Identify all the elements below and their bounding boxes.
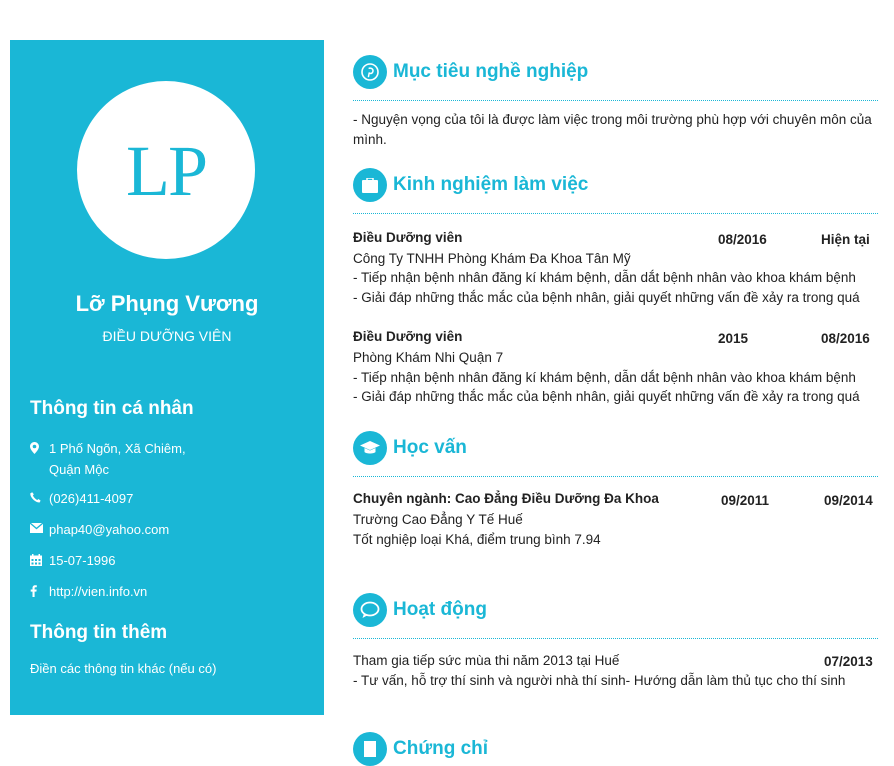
objective-divider: [353, 100, 878, 101]
email-row: phap40@yahoo.com: [30, 519, 169, 540]
phone-value: (026)411-4097: [49, 491, 134, 506]
certificates-title: Chứng chỉ: [393, 738, 489, 759]
address-row: 1 Phố Ngõn, Xã Chiêm, Quận Mộc: [30, 438, 186, 480]
objective-title: Mục tiêu nghề nghiệp: [393, 61, 589, 82]
personal-info-heading: Thông tin cá nhân: [30, 398, 194, 419]
education-header: Học vấn: [353, 431, 467, 465]
envelope-icon: [30, 519, 49, 540]
education-result: Tốt nghiệp loại Khá, điểm trung bình 7.9…: [353, 532, 601, 547]
address-line-1: 1 Phố Ngõn, Xã Chiêm,: [49, 441, 186, 456]
birthday-value: 15-07-1996: [49, 553, 116, 568]
graduation-cap-icon: [353, 431, 387, 465]
job-1-position: Điều Dưỡng viên: [353, 230, 463, 245]
education-title: Học vấn: [393, 437, 467, 458]
extra-info-text: Điền các thông tin khác (nếu có): [30, 661, 217, 676]
activities-title: Hoạt động: [393, 599, 487, 620]
job-2-company: Phòng Khám Nhi Quận 7: [353, 350, 504, 365]
job-2-end: 08/2016: [821, 331, 870, 346]
activity-detail: - Tư vấn, hỗ trợ thí sinh và người nhà t…: [353, 673, 846, 688]
profile-name: Lỡ Phụng Vương: [75, 291, 259, 316]
experience-title: Kinh nghiệm làm việc: [393, 174, 589, 195]
profile-sidebar: LP Lỡ Phụng Vương ĐIỀU DƯỠNG VIÊN Thông …: [10, 40, 324, 715]
avatar: LP: [77, 81, 255, 259]
website-link[interactable]: http://vien.info.vn: [49, 581, 147, 602]
address-line-2: Quận Mộc: [49, 462, 109, 477]
job-1-start: 08/2016: [718, 232, 767, 247]
job-2-duty-1: - Tiếp nhận bệnh nhân đăng kí khám bệnh,…: [353, 370, 856, 385]
email-value[interactable]: phap40@yahoo.com: [49, 519, 169, 540]
certificates-header: Chứng chỉ: [353, 732, 488, 766]
job-1-duty-2: - Giải đáp những thắc mắc của bệnh nhân,…: [353, 290, 860, 305]
activity-item: Tham gia tiếp sức mùa thi năm 2013 tại H…: [353, 653, 620, 668]
job-1-company: Công Ty TNHH Phòng Khám Đa Khoa Tân Mỹ: [353, 251, 631, 266]
job-2-start: 2015: [718, 331, 749, 346]
experience-divider: [353, 213, 878, 214]
briefcase-icon: [353, 168, 387, 202]
certificate-icon: [353, 732, 387, 766]
job-2-duty-2: - Giải đáp những thắc mắc của bệnh nhân,…: [353, 389, 860, 404]
education-end: 09/2014: [824, 493, 873, 508]
education-major: Chuyên ngành: Cao Đẳng Điều Dưỡng Đa Kho…: [353, 491, 659, 506]
pinterest-icon: [353, 55, 387, 89]
facebook-icon: [30, 581, 49, 602]
job-1-duty-1: - Tiếp nhận bệnh nhân đăng kí khám bệnh,…: [353, 270, 856, 285]
calendar-icon: [30, 550, 49, 571]
resume-main: Mục tiêu nghề nghiệp - Nguyện vọng của t…: [353, 0, 894, 766]
birthday-row: 15-07-1996: [30, 550, 116, 571]
avatar-initials: LP: [125, 130, 208, 211]
objective-header: Mục tiêu nghề nghiệp: [353, 55, 588, 89]
profile-title: ĐIỀU DƯỠNG VIÊN: [102, 328, 232, 344]
objective-text: - Nguyện vọng của tôi là được làm việc t…: [353, 112, 872, 147]
job-2-position: Điều Dưỡng viên: [353, 329, 463, 344]
job-1-end: Hiện tại: [821, 232, 870, 247]
chat-bubble-icon: [353, 593, 387, 627]
website-row: http://vien.info.vn: [30, 581, 147, 602]
phone-icon: [30, 488, 49, 509]
phone-row: (026)411-4097: [30, 488, 133, 509]
activity-date: 07/2013: [824, 654, 873, 669]
education-divider: [353, 476, 878, 477]
experience-header: Kinh nghiệm làm việc: [353, 168, 588, 202]
extra-info-heading: Thông tin thêm: [30, 622, 168, 643]
activities-divider: [353, 638, 878, 639]
map-pin-icon: [30, 438, 49, 480]
education-start: 09/2011: [721, 493, 770, 508]
education-school: Trường Cao Đẳng Y Tế Huế: [353, 512, 523, 527]
activities-header: Hoạt động: [353, 593, 487, 627]
